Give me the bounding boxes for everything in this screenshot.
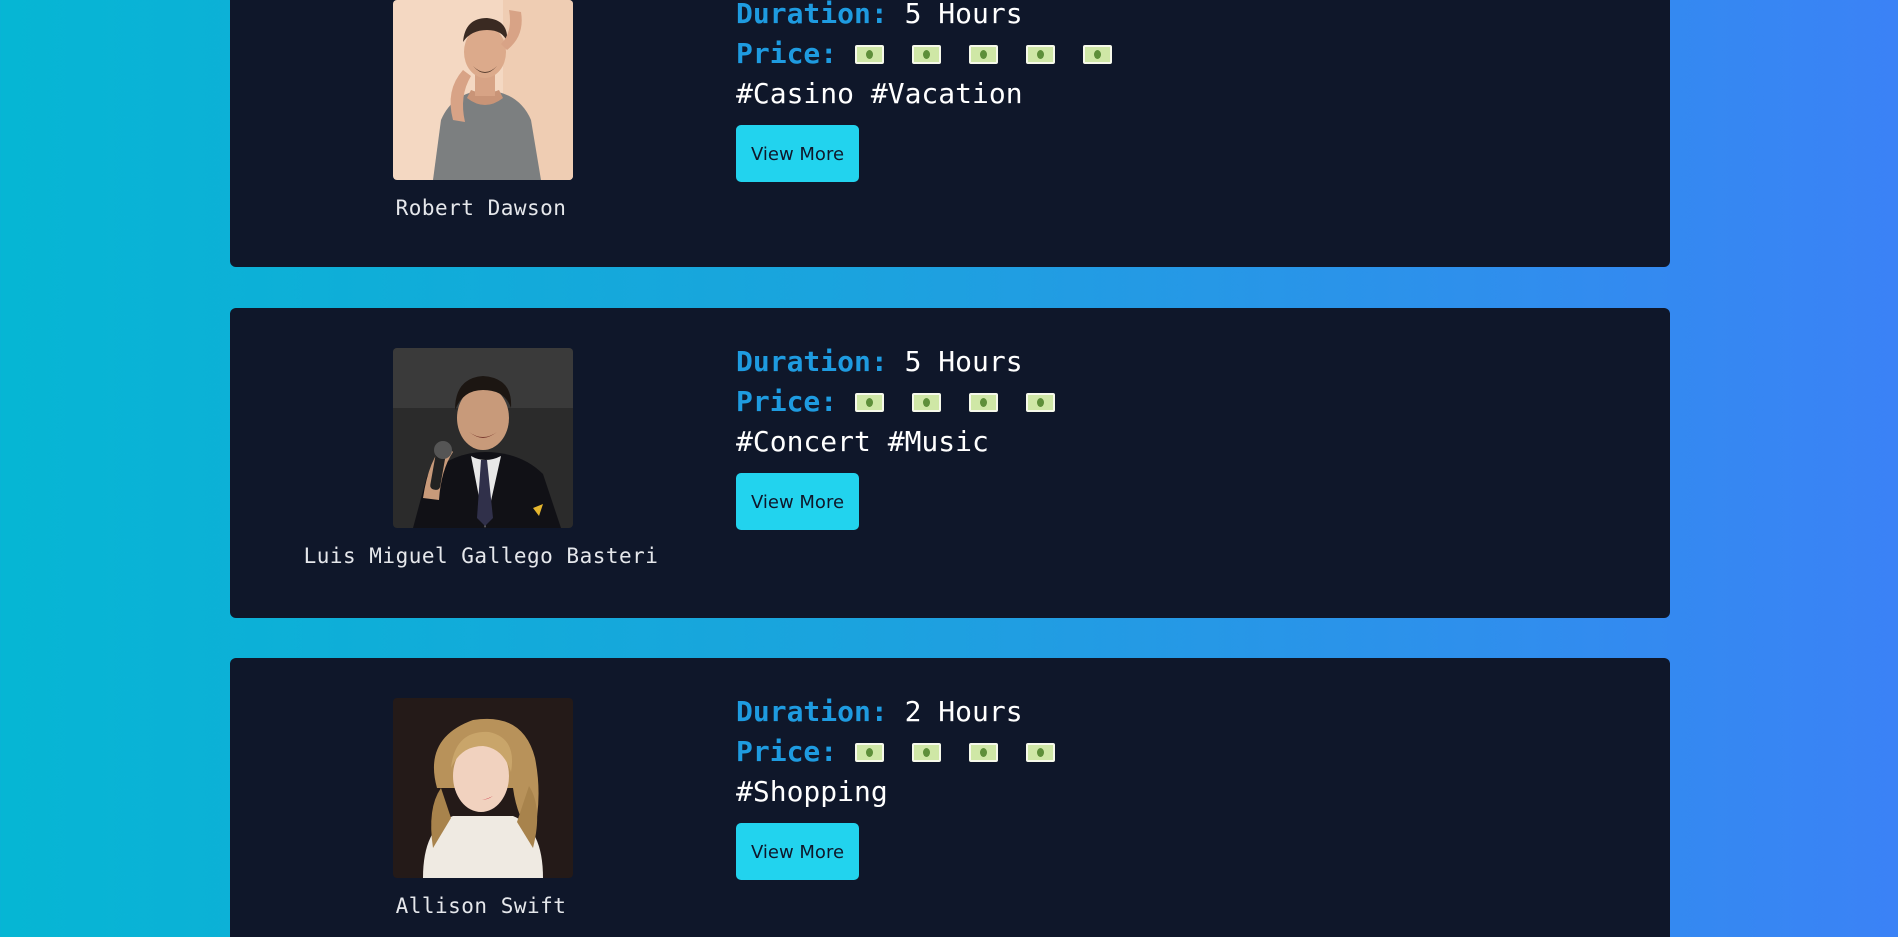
- view-more-button[interactable]: View More: [736, 823, 859, 880]
- person-photo-image: [393, 698, 573, 878]
- view-more-button[interactable]: View More: [736, 473, 859, 530]
- price-row: Price:: [736, 732, 1083, 772]
- listing-card: Allison Swift Duration: 2 Hours Price: #…: [230, 658, 1670, 937]
- person-name: Allison Swift: [395, 894, 567, 918]
- price-rating: [855, 382, 1083, 422]
- listing-card: Luis Miguel Gallego Basteri Duration: 5 …: [230, 308, 1670, 618]
- person-name: Robert Dawson: [395, 196, 567, 220]
- duration-label: Duration:: [736, 695, 888, 728]
- price-rating: [855, 34, 1140, 74]
- duration-value: 2 Hours: [904, 695, 1023, 728]
- price-rating: [855, 732, 1083, 772]
- duration-row: Duration: 5 Hours: [736, 342, 1083, 382]
- tags: #Concert #Music: [736, 425, 989, 458]
- dollar-banknote-icon: [855, 45, 885, 64]
- person-photo: [393, 0, 573, 180]
- price-label: Price:: [736, 735, 838, 768]
- dollar-banknote-icon: [969, 45, 999, 64]
- duration-row: Duration: 5 Hours: [736, 0, 1140, 34]
- duration-label: Duration:: [736, 0, 888, 30]
- listing-info: Duration: 2 Hours Price: #Shopping View …: [736, 692, 1083, 880]
- dollar-banknote-icon: [912, 743, 942, 762]
- person-photo-image: [393, 348, 573, 528]
- person-photo: [393, 698, 573, 878]
- dollar-banknote-icon: [855, 393, 885, 412]
- listing-info: Duration: 5 Hours Price: #Casino #Vacati…: [736, 0, 1140, 182]
- listing-card: Robert Dawson Duration: 5 Hours Price: #…: [230, 0, 1670, 267]
- tags: #Casino #Vacation: [736, 77, 1023, 110]
- tags: #Shopping: [736, 775, 888, 808]
- listing-info: Duration: 5 Hours Price: #Concert #Music…: [736, 342, 1083, 530]
- person-photo-image: [393, 0, 573, 180]
- view-more-button[interactable]: View More: [736, 125, 859, 182]
- person-photo: [393, 348, 573, 528]
- dollar-banknote-icon: [912, 45, 942, 64]
- price-row: Price:: [736, 382, 1083, 422]
- dollar-banknote-icon: [969, 393, 999, 412]
- dollar-banknote-icon: [1026, 393, 1056, 412]
- duration-value: 5 Hours: [904, 345, 1023, 378]
- dollar-banknote-icon: [969, 743, 999, 762]
- dollar-banknote-icon: [855, 743, 885, 762]
- duration-label: Duration:: [736, 345, 888, 378]
- price-label: Price:: [736, 37, 838, 70]
- dollar-banknote-icon: [1026, 743, 1056, 762]
- dollar-banknote-icon: [912, 393, 942, 412]
- dollar-banknote-icon: [1083, 45, 1113, 64]
- duration-value: 5 Hours: [904, 0, 1023, 30]
- duration-row: Duration: 2 Hours: [736, 692, 1083, 732]
- person-name: Luis Miguel Gallego Basteri: [303, 544, 659, 568]
- price-row: Price:: [736, 34, 1140, 74]
- dollar-banknote-icon: [1026, 45, 1056, 64]
- price-label: Price:: [736, 385, 838, 418]
